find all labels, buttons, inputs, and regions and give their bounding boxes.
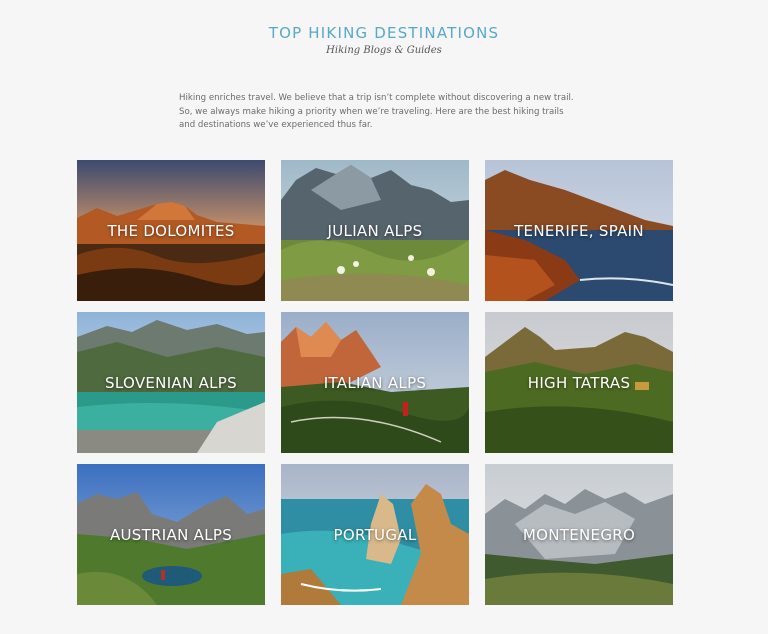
destination-tile-portugal[interactable]: PORTUGAL (281, 464, 469, 605)
destination-tile-montenegro[interactable]: MONTENEGRO (485, 464, 673, 605)
destination-tile-italian-alps[interactable]: ITALIAN ALPS (281, 312, 469, 453)
destination-label: SLOVENIAN ALPS (105, 373, 237, 392)
destination-tile-tenerife[interactable]: TENERIFE, SPAIN (485, 160, 673, 301)
destination-label: THE DOLOMITES (107, 221, 235, 240)
destination-label: PORTUGAL (333, 525, 417, 544)
page-title: TOP HIKING DESTINATIONS (268, 24, 500, 42)
destination-tile-julian-alps[interactable]: JULIAN ALPS (281, 160, 469, 301)
destinations-grid: THE DOLOMITES JULIAN ALPS TENERIFE, SPAI… (77, 160, 673, 605)
page-subtitle: Hiking Blogs & Guides (326, 45, 442, 56)
intro-paragraph: Hiking enriches travel. We believe that … (179, 93, 574, 130)
destination-label: ITALIAN ALPS (323, 373, 427, 392)
destination-label: JULIAN ALPS (327, 221, 423, 240)
destination-label: AUSTRIAN ALPS (109, 525, 233, 544)
destination-tile-high-tatras[interactable]: HIGH TATRAS (485, 312, 673, 453)
page-header: TOP HIKING DESTINATIONS Hiking Blogs & G… (0, 24, 768, 56)
destination-label: MONTENEGRO (522, 525, 636, 544)
destination-tile-austrian-alps[interactable]: AUSTRIAN ALPS (77, 464, 265, 605)
destination-tile-dolomites[interactable]: THE DOLOMITES (77, 160, 265, 301)
destination-tile-slovenian-alps[interactable]: SLOVENIAN ALPS (77, 312, 265, 453)
destination-label: HIGH TATRAS (527, 373, 631, 392)
destination-label: TENERIFE, SPAIN (514, 221, 644, 240)
